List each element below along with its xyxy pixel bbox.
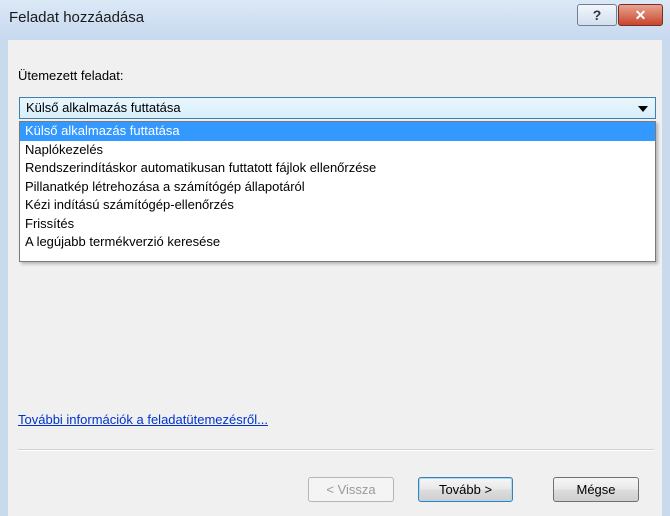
help-icon: ? — [592, 7, 602, 23]
dialog-window: Feladat hozzáadása ? ✕ Ütemezett feladat… — [0, 0, 670, 516]
separator — [18, 449, 654, 451]
back-button[interactable]: < Vissza — [308, 477, 394, 502]
scheduled-task-label: Ütemezett feladat: — [18, 68, 124, 83]
close-button[interactable]: ✕ — [618, 4, 663, 26]
dropdown-option[interactable]: Naplókezelés — [20, 141, 655, 160]
scheduled-task-combobox[interactable]: Külső alkalmazás futtatása — [19, 97, 656, 119]
cancel-button[interactable]: Mégse — [553, 477, 639, 502]
close-icon: ✕ — [634, 6, 647, 23]
dropdown-option[interactable]: Pillanatkép létrehozása a számítógép áll… — [20, 178, 655, 197]
title-bar[interactable]: Feladat hozzáadása ? ✕ — [0, 0, 670, 40]
more-info-link[interactable]: További információk a feladatütemezésről… — [18, 412, 268, 427]
dropdown-option[interactable]: Kézi indítású számítógép-ellenőrzés — [20, 196, 655, 215]
chevron-down-icon[interactable] — [638, 106, 648, 112]
dropdown-option[interactable]: Frissítés — [20, 215, 655, 234]
help-button[interactable]: ? — [577, 4, 617, 26]
dropdown-option[interactable]: A legújabb termékverzió keresése — [20, 233, 655, 252]
dropdown-option[interactable]: Rendszerindításkor automatikusan futtato… — [20, 159, 655, 178]
next-button[interactable]: Tovább > — [418, 477, 513, 502]
task-dropdown-list[interactable]: Külső alkalmazás futtatása Naplókezelés Re… — [19, 121, 656, 262]
dropdown-option[interactable]: Külső alkalmazás futtatása — [20, 122, 655, 141]
combobox-value: Külső alkalmazás futtatása — [26, 100, 181, 115]
window-title: Feladat hozzáadása — [9, 9, 145, 26]
dialog-body: Ütemezett feladat: Külső alkalmazás futt… — [8, 40, 662, 516]
